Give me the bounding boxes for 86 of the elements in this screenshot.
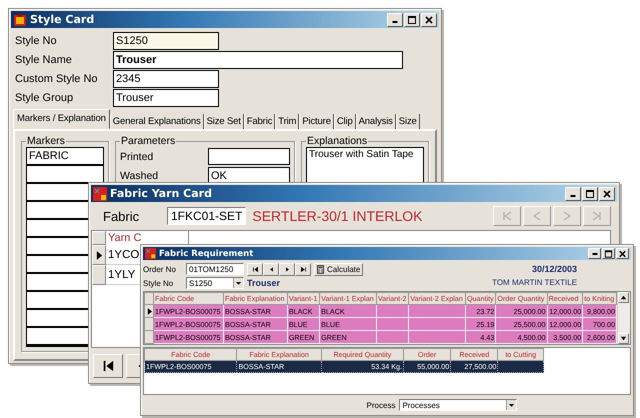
fabric-name: SERTLER-30/1 INTERLOK — [252, 208, 422, 224]
style-name: Trouser — [247, 278, 280, 288]
order-no-label: Order No — [143, 264, 177, 274]
fabric-code-field[interactable]: 1FKC01-SET — [167, 207, 246, 225]
maximize-icon — [585, 188, 595, 198]
text-field[interactable]: 2345 — [113, 70, 219, 88]
navigation-button[interactable] — [263, 262, 279, 276]
navigation-button[interactable] — [247, 262, 263, 276]
close-icon — [602, 188, 612, 198]
tab[interactable]: General Explanations — [110, 114, 204, 129]
tab[interactable]: Clip — [334, 114, 356, 129]
first-record-icon — [102, 358, 114, 374]
style-no-dropdown[interactable]: S1250 — [186, 277, 244, 289]
minimize-button[interactable] — [565, 186, 581, 200]
calculator-icon — [317, 264, 324, 274]
next-record-icon — [284, 266, 290, 272]
window-title: Fabric Yarn Card — [110, 187, 212, 200]
order-no-field[interactable]: 01TOM1250 — [186, 263, 244, 275]
row-pointer-icon — [146, 308, 152, 314]
maximize-icon — [407, 14, 417, 24]
minimize-button[interactable] — [387, 12, 403, 26]
dropdown-caret-icon — [233, 278, 243, 288]
dropdown-caret-icon — [506, 400, 516, 410]
table-cell — [498, 360, 544, 372]
text-field[interactable]: S1250 — [113, 32, 219, 50]
field-label: Style Name — [14, 54, 73, 66]
date-text: 30/12/2003 — [532, 263, 577, 276]
window-title: Style Card — [30, 13, 94, 26]
navigation-button[interactable] — [295, 262, 311, 276]
maximize-button[interactable] — [404, 12, 420, 26]
previous-record-icon — [531, 210, 543, 222]
table-cell — [408, 318, 466, 330]
close-button[interactable] — [599, 186, 615, 200]
next-record-icon — [561, 210, 573, 222]
close-button[interactable] — [616, 248, 629, 259]
tab[interactable]: Analysis — [356, 114, 396, 129]
fabric-label: Fabric — [102, 208, 140, 224]
close-icon — [424, 14, 434, 24]
row-header — [144, 292, 154, 304]
marker-field[interactable]: FABRIC — [27, 148, 103, 166]
process-dropdown[interactable]: Processes — [399, 399, 518, 411]
text-field[interactable]: Trouser — [113, 50, 403, 68]
row-pointer-icon — [96, 250, 102, 260]
navigation-button[interactable] — [279, 262, 295, 276]
minimize-button[interactable] — [588, 248, 601, 259]
close-icon — [618, 248, 627, 258]
close-button[interactable] — [421, 12, 437, 26]
app-icon — [13, 12, 27, 26]
first-record-icon — [252, 266, 258, 272]
last-record-icon — [300, 266, 306, 272]
minimize-icon — [392, 20, 398, 22]
parameter-label: Printed — [120, 150, 154, 162]
table-cell — [408, 330, 466, 344]
row-header[interactable] — [144, 304, 154, 318]
scroll-bar[interactable] — [617, 292, 630, 344]
tab[interactable]: Trim — [275, 114, 300, 129]
app-icon — [145, 248, 156, 259]
first-record-icon — [501, 210, 513, 222]
tab[interactable]: Size Set — [204, 114, 244, 129]
group-title: Markers — [26, 135, 66, 147]
tab[interactable]: Markers / Explanation — [13, 109, 110, 129]
field-label: Style No — [14, 34, 58, 46]
maximize-button[interactable] — [582, 186, 598, 200]
tab[interactable]: Size — [396, 114, 420, 129]
minimize-icon — [570, 194, 576, 196]
text-field[interactable]: Trouser — [113, 88, 219, 106]
table-cell — [408, 304, 466, 318]
calculate-button[interactable]: Calculate — [314, 262, 364, 276]
field-label: Custom Style No — [14, 72, 99, 84]
parameter-label: Washed — [120, 170, 160, 182]
maximize-icon — [604, 248, 613, 258]
minimize-icon — [592, 253, 598, 255]
tab[interactable]: Fabric — [244, 114, 276, 129]
company-name: TOM MARTIN TEXTILE — [492, 277, 577, 289]
style-no-label: Style No — [143, 278, 174, 288]
maximize-button[interactable] — [602, 248, 615, 259]
group-title: Parameters — [120, 135, 176, 147]
group-title: Explanations — [306, 135, 368, 147]
app-icon — [93, 186, 107, 200]
tab[interactable]: Picture — [299, 114, 334, 129]
previous-record-icon — [268, 266, 274, 272]
first-record-button[interactable] — [93, 354, 123, 378]
field-label: Style Group — [14, 92, 74, 104]
last-record-icon — [591, 210, 603, 222]
parameter-field[interactable] — [208, 148, 290, 165]
process-label: Process — [366, 400, 396, 410]
